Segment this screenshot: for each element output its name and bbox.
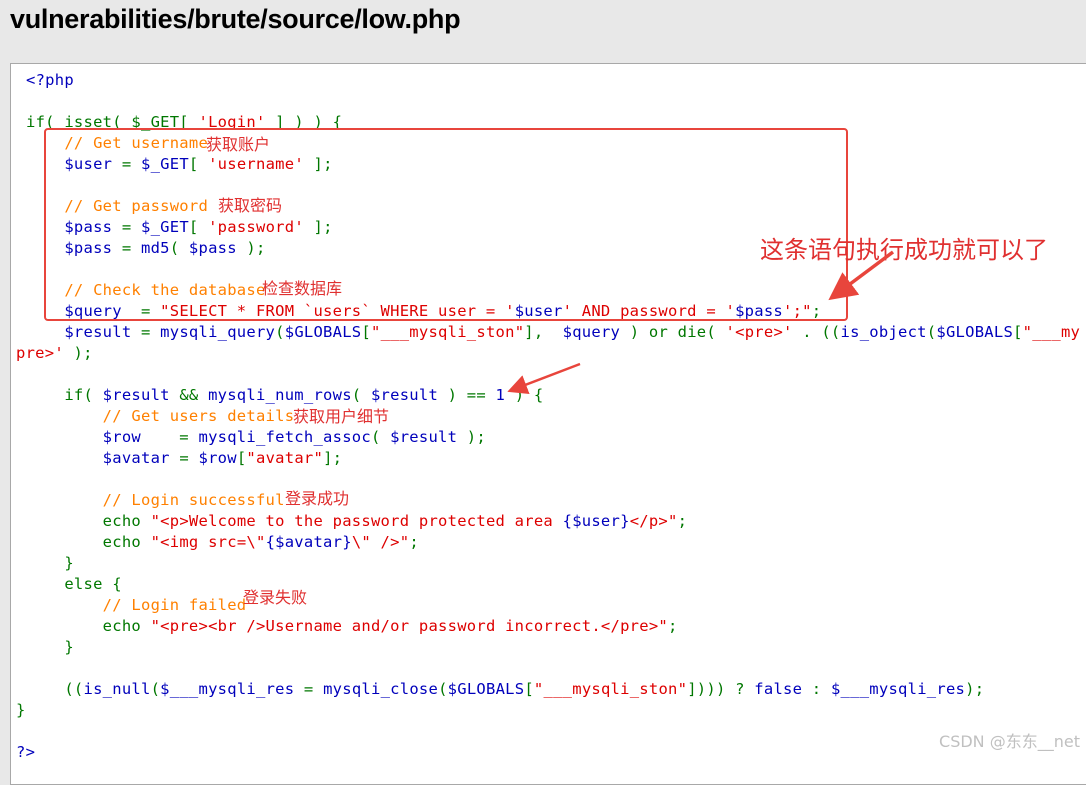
arrow-to-query-line bbox=[828, 250, 895, 301]
watermark: CSDN @东东__net bbox=[939, 732, 1080, 751]
annotation-arrows bbox=[507, 250, 895, 394]
arrow-to-num-rows-check bbox=[507, 362, 581, 394]
